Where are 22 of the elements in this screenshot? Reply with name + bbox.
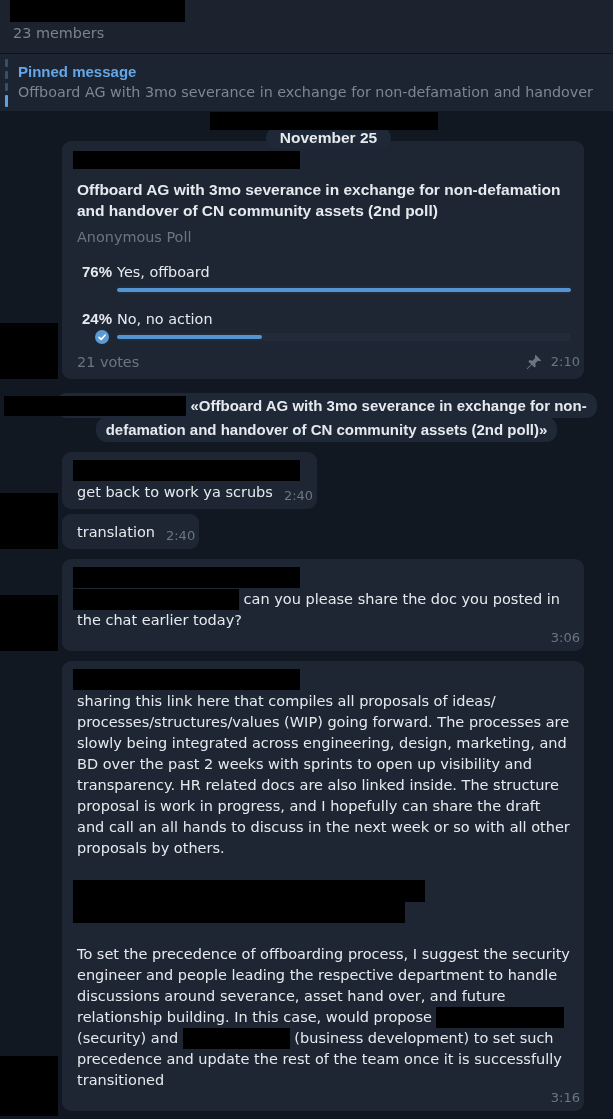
message-time: 2:40 xyxy=(165,529,196,543)
pinned-preview-text: Offboard AG with 3mo severance in exchange for non-defamation and handover xyxy=(18,83,593,102)
pinned-label: Pinned message xyxy=(18,62,138,82)
segment-indicator-icon xyxy=(5,59,8,107)
member-count: 23 members xyxy=(13,24,106,43)
poll-percentage: 76% xyxy=(80,262,112,282)
message-text: translation xyxy=(77,523,155,542)
pinned-message-bar[interactable]: Pinned message Offboard AG with 3mo severance in exchange for non-defamation and handover xyxy=(0,54,613,111)
message-time: 2:40 xyxy=(283,489,314,503)
poll-option-label: No, no action xyxy=(117,310,213,329)
message-time: 3:16 xyxy=(550,1091,580,1105)
message-text: sharing this link here that compiles all proposals of ideas/processes/structures/values (WIP) going forward. The processes are slowly being integrated across engineering, design, marketing, and BD over the past 2 weeks with sprints to open up visibility and transparency. HR related docs are also linked inside. The structure proposal is work in progress, and I hopefully can share the draft and call an all hands to discuss in the next week or so with all other proposals by others. xyxy=(77,692,571,858)
vote-count: 21 votes xyxy=(77,353,140,372)
message-text: To set the precedence of offboarding process, I suggest the security engineer and people leading the respective department to handle discussions around severance, asset hand over, and future relationship building. In this case, would propose (security) and (business development) to set such precedence and update the rest of the team once it is successfully transitioned xyxy=(77,945,571,1090)
service-message-text: «Offboard AG with 3mo severance in exchange for non-defamation and handover of CN community assets (2nd poll)» xyxy=(105,397,587,438)
poll-percentage: 24% xyxy=(80,309,112,329)
message-time: 3:06 xyxy=(550,631,580,645)
poll-question: Offboard AG with 3mo severance in exchange for non-defamation and handover of CN community assets (2nd poll) xyxy=(77,180,562,221)
poll-type-label: Anonymous Poll xyxy=(77,228,193,247)
message-time: 2:10 xyxy=(550,354,580,370)
message-text: get back to work ya scrubs xyxy=(77,483,273,502)
poll-option-label: Yes, offboard xyxy=(117,263,210,282)
